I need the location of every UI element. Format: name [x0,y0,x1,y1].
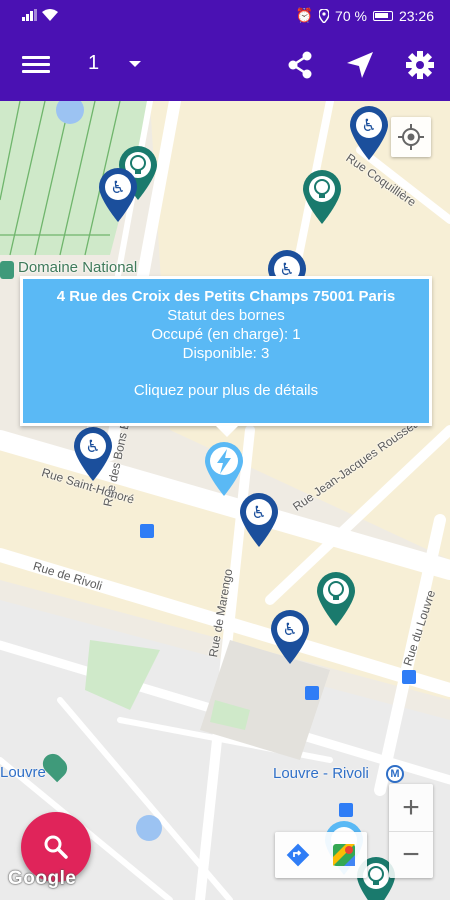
list-selector[interactable]: 1 [88,52,142,75]
station-info-popup[interactable]: 4 Rue des Croix des Petits Champs 75001 … [20,276,432,437]
battery-icon [372,10,393,21]
status-bar: ⏰ 70 % 23:26 [0,0,450,32]
menu-icon[interactable] [22,52,50,80]
accessible-parking-marker[interactable]: ♿ [72,426,114,482]
settings-icon[interactable] [403,48,437,82]
battery-percent: 70 % [335,7,367,24]
zoom-in-button[interactable]: + [389,784,433,831]
map-base [0,101,450,900]
signal-icon [22,9,37,21]
maps-toolbar [275,832,367,878]
search-icon [44,835,68,859]
accessible-parking-marker[interactable]: ♿ [269,609,311,665]
alarm-icon: ⏰ [295,7,314,23]
crosshair-icon [398,124,424,150]
status-right: ⏰ 70 % 23:26 [296,7,434,24]
svg-text:♿: ♿ [361,116,376,136]
museum-icon [0,261,14,279]
poi-louvre-rivoli: Louvre - Rivoli [273,765,369,782]
dropdown-caret-icon [129,60,142,67]
selector-value: 1 [88,52,100,74]
app-bar: 1 [0,32,450,101]
charging-station-marker[interactable] [315,571,357,627]
poi-domaine-national: Domaine National [18,259,138,276]
directions-button[interactable] [275,832,321,878]
charging-station-marker[interactable] [301,169,343,225]
popup-tail [215,425,239,437]
accessible-parking-marker[interactable]: ♿ [238,492,280,548]
clock: 23:26 [398,7,434,24]
my-location-button[interactable] [391,117,431,157]
details-link[interactable]: Cliquez pour plus de détails [23,382,429,399]
signal-indicators [22,9,58,21]
selected-charging-station-marker[interactable] [203,441,245,497]
open-in-maps-button[interactable] [321,832,367,878]
accessible-parking-marker[interactable]: ♿ [97,167,139,223]
google-logo: Google [8,868,77,889]
location-icon [319,8,330,23]
svg-text:♿: ♿ [282,620,297,640]
available-count: Disponible: 3 [182,345,270,362]
accessible-parking-marker[interactable]: ♿ [348,105,390,161]
navigation-arrow-icon[interactable] [343,48,377,82]
station-address: 4 Rue des Croix des Petits Champs 75001 … [56,288,396,305]
zoom-out-button[interactable]: − [389,831,433,878]
occupied-count: Occupé (en charge): 1 [151,326,301,343]
status-heading: Statut des bornes [167,307,285,324]
svg-text:♿: ♿ [85,437,100,457]
map-view[interactable]: Rue Coquillière Rue des Bons Enfants Rue… [0,101,450,900]
poi-louvre: Louvre [0,764,46,781]
google-maps-icon [333,844,355,866]
svg-text:♿: ♿ [251,503,266,523]
wifi-icon [42,9,58,21]
svg-text:♿: ♿ [110,178,125,198]
share-icon[interactable] [284,48,318,82]
directions-icon [286,843,310,867]
metro-icon: M [386,765,404,783]
zoom-controls: + − [389,784,433,878]
